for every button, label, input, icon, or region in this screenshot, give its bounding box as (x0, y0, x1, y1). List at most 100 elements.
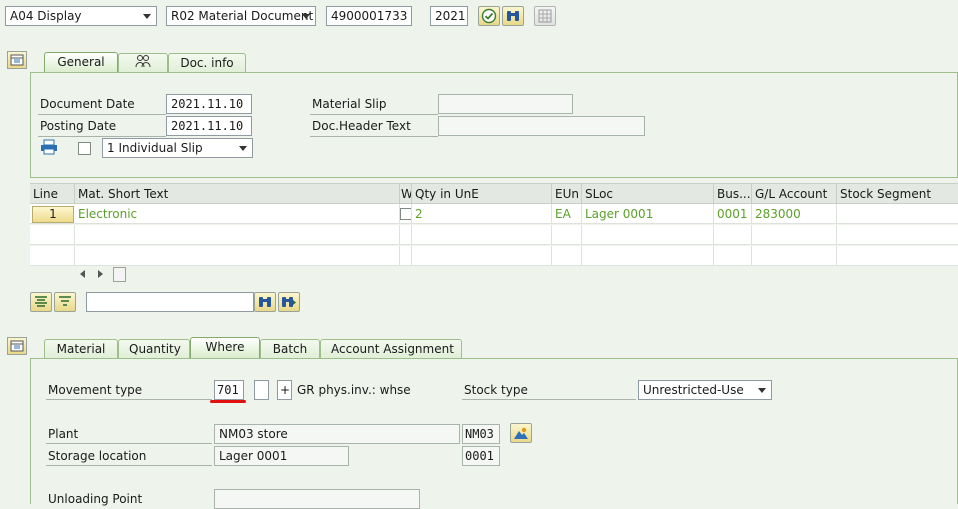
items-table-header: Line Mat. Short Text W Qty in UnE EUn SL… (30, 183, 958, 204)
cell-empty (30, 246, 75, 266)
column-header-mat-short-text[interactable]: Mat. Short Text (75, 184, 400, 204)
movement-type-underline (46, 399, 212, 400)
filter-icon (59, 296, 71, 306)
tab-material[interactable]: Material (44, 339, 118, 359)
cell-stock-segment (837, 204, 958, 224)
cell-empty (30, 225, 75, 245)
document-date-field[interactable]: 2021.11.10 (166, 94, 252, 114)
printer-icon (41, 139, 57, 155)
grid-icon (538, 9, 552, 23)
print-slip-select-value: 1 Individual Slip (107, 141, 203, 155)
cell-empty (582, 225, 714, 245)
plant-code-field[interactable]: NM03 (462, 424, 500, 444)
binoculars-icon (507, 11, 519, 21)
cell-qty: 2 (412, 204, 552, 224)
tab-account-assignment-label: Account Assignment (331, 342, 454, 356)
table-row[interactable] (30, 225, 958, 245)
document-number-input[interactable]: 4900001733 (326, 6, 412, 26)
grid-button[interactable] (534, 6, 556, 26)
tab-general-label: General (57, 55, 105, 69)
align-icon (35, 296, 47, 307)
sort-button[interactable] (30, 292, 52, 312)
movement-type-highlight (210, 400, 246, 403)
column-header-bus[interactable]: Bus... (714, 184, 752, 204)
doc-header-text-field[interactable] (438, 116, 645, 136)
column-header-line[interactable]: Line (30, 184, 75, 204)
unloading-point-field[interactable] (214, 489, 420, 509)
movement-indicator-field[interactable] (254, 380, 269, 400)
storage-location-name-field[interactable]: Lager 0001 (214, 446, 349, 466)
tab-where[interactable]: Where (190, 337, 260, 359)
panel-toggle-icon (10, 340, 24, 352)
document-date-label: Document Date (40, 97, 135, 111)
tab-doc-info[interactable]: Doc. info (168, 53, 246, 73)
tab-material-label: Material (56, 342, 106, 356)
doc-header-text-underline (310, 136, 438, 137)
tab-quantity[interactable]: Quantity (118, 339, 190, 359)
tab-batch[interactable]: Batch (260, 339, 320, 359)
cell-bus: 0001 (714, 204, 752, 224)
doc-header-text-label: Doc.Header Text (312, 119, 411, 133)
action-select-value: A04 Display (10, 9, 82, 23)
cell-empty (552, 246, 582, 266)
chevron-down-icon (239, 146, 247, 151)
storage-location-label: Storage location (48, 449, 147, 463)
cell-w (400, 204, 412, 224)
tab-where-label: Where (205, 340, 245, 354)
table-row[interactable]: 1 Electronic 2 EA Lager 0001 0001 283000 (30, 204, 958, 224)
posting-date-field[interactable]: 2021.11.10 (166, 116, 252, 136)
cell-empty (752, 246, 837, 266)
tab-partner[interactable] (118, 53, 168, 73)
panel-toggle-icon (10, 54, 24, 66)
column-header-w[interactable]: W (400, 184, 412, 204)
table-horizontal-scrollbar[interactable] (30, 266, 958, 283)
scroll-right-icon[interactable] (98, 270, 103, 278)
collapse-header-button[interactable] (7, 51, 27, 69)
tab-batch-label: Batch (272, 342, 308, 356)
table-find-button[interactable] (254, 292, 276, 312)
storage-location-underline (46, 465, 212, 466)
print-slip-select[interactable]: 1 Individual Slip (102, 138, 253, 158)
tab-account-assignment[interactable]: Account Assignment (320, 339, 462, 359)
plant-underline (46, 443, 212, 444)
cell-empty (412, 246, 552, 266)
table-find-next-button[interactable] (278, 292, 300, 312)
document-year-input[interactable]: 2021 (430, 6, 468, 26)
document-date-underline (38, 114, 166, 115)
chevron-down-icon (302, 14, 310, 19)
column-header-qty[interactable]: Qty in UnE (412, 184, 552, 204)
column-header-stock-segment[interactable]: Stock Segment (837, 184, 958, 204)
stock-type-select[interactable]: Unrestricted-Use (638, 380, 772, 400)
column-header-sloc[interactable]: SLoc (582, 184, 714, 204)
cell-empty (400, 246, 412, 266)
line-number-button[interactable]: 1 (32, 206, 74, 223)
action-select[interactable]: A04 Display (5, 6, 157, 26)
cell-eun: EA (552, 204, 582, 224)
plant-name-field[interactable]: NM03 store (214, 424, 460, 444)
tab-general[interactable]: General (44, 52, 118, 74)
execute-button[interactable] (478, 6, 500, 26)
w-checkbox[interactable] (400, 208, 411, 220)
cell-empty (400, 225, 412, 245)
cell-empty (75, 246, 400, 266)
filter-button[interactable] (54, 292, 76, 312)
movement-type-field[interactable]: 701 (214, 380, 244, 400)
print-button[interactable] (40, 139, 58, 155)
scroll-thumb[interactable] (113, 267, 126, 282)
find-button[interactable] (502, 6, 524, 26)
scroll-left-icon[interactable] (80, 270, 85, 278)
storage-location-code-field[interactable]: 0001 (462, 446, 500, 466)
material-slip-field[interactable] (438, 94, 573, 114)
print-checkbox[interactable] (78, 142, 91, 155)
column-header-eun[interactable]: EUn (552, 184, 582, 204)
material-slip-underline (310, 114, 438, 115)
plant-address-button[interactable] (510, 423, 532, 443)
movement-description: GR phys.inv.: whse (297, 383, 411, 397)
table-search-input[interactable] (86, 292, 254, 312)
column-header-gl-account[interactable]: G/L Account (752, 184, 837, 204)
collapse-detail-button[interactable] (7, 337, 27, 355)
document-type-select[interactable]: R02 Material Document (166, 6, 316, 26)
binoculars-next-icon (282, 297, 296, 307)
cell-gl-account: 283000 (752, 204, 837, 224)
table-row[interactable] (30, 246, 958, 266)
